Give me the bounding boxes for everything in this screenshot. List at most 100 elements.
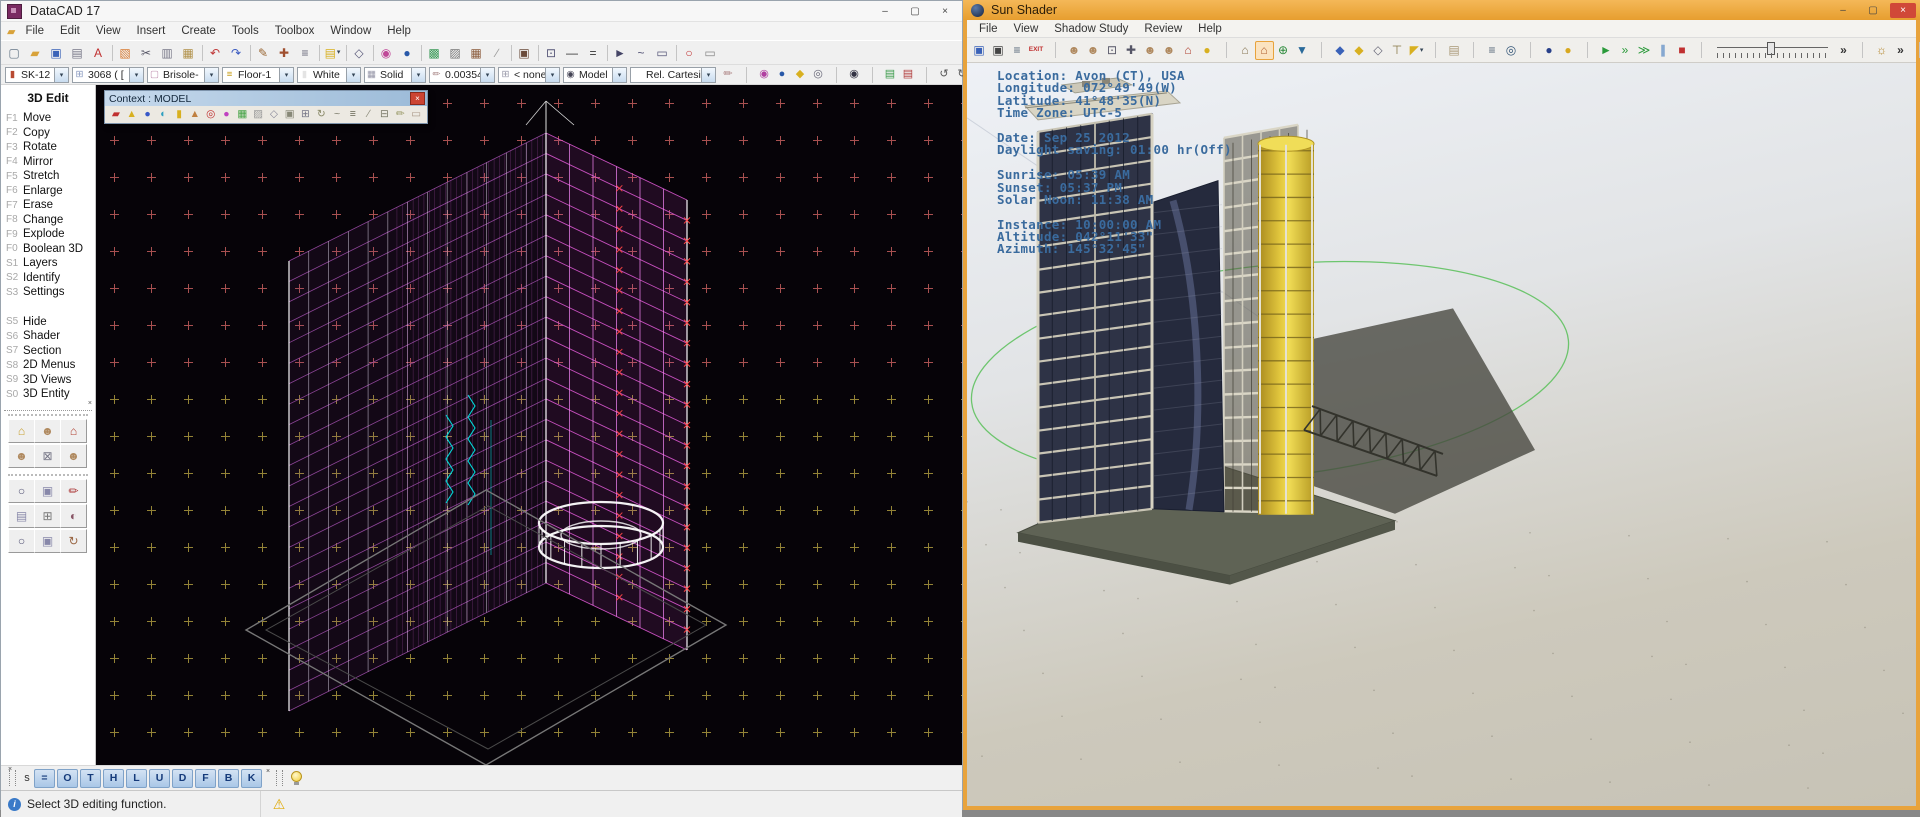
- new-file-icon[interactable]: ▢: [4, 43, 25, 63]
- menu-item[interactable]: File: [971, 23, 1006, 35]
- window-type-combo[interactable]: ⊞ 3068 ( [ ▾: [72, 67, 144, 83]
- sidebar-item[interactable]: S8 2D Menus: [1, 358, 95, 373]
- toolbar-close-icon[interactable]: ×: [8, 766, 12, 773]
- line-color-combo[interactable]: ▮ White ▾: [297, 67, 361, 83]
- menu-item[interactable]: Tools: [224, 25, 267, 37]
- menu-item[interactable]: File: [17, 25, 52, 37]
- bitmap-icon[interactable]: ▣: [514, 43, 535, 63]
- double-line-icon[interactable]: =: [583, 43, 604, 63]
- pause-icon[interactable]: ∥: [1654, 41, 1673, 60]
- compass-icon[interactable]: ◎: [1502, 41, 1521, 60]
- report-icon[interactable]: ≡: [1008, 41, 1027, 60]
- wand-icon[interactable]: ✏: [719, 66, 737, 83]
- line-type-combo[interactable]: ▦ Solid ▾: [364, 67, 426, 83]
- color-wheel-icon[interactable]: ◉: [376, 43, 397, 63]
- combo-dropdown-arrow[interactable]: ▾: [701, 68, 715, 82]
- attention-key[interactable]: L: [126, 769, 147, 788]
- menu-item[interactable]: Toolbox: [267, 25, 323, 37]
- menu-item[interactable]: Shadow Study: [1046, 23, 1136, 35]
- sphere-icon[interactable]: ●: [773, 66, 791, 83]
- menu-item[interactable]: Create: [173, 25, 224, 37]
- menu-item[interactable]: View: [1006, 23, 1047, 35]
- context-palette-titlebar[interactable]: Context : MODEL ×: [105, 91, 427, 106]
- copy-icon[interactable]: ▥: [157, 43, 178, 63]
- view-combo[interactable]: ◉ Model ▾: [563, 67, 627, 83]
- sphere-icon[interactable]: ●: [140, 107, 156, 122]
- menu-item[interactable]: Help: [1190, 23, 1230, 35]
- attention-key[interactable]: F: [195, 769, 216, 788]
- drag-handle[interactable]: [276, 770, 283, 786]
- view-left-icon[interactable]: ☻: [1141, 41, 1160, 60]
- minimize-button[interactable]: –: [872, 4, 898, 19]
- context-palette[interactable]: Context : MODEL × ▰ ▲ ●: [104, 90, 428, 124]
- extrude-icon[interactable]: ⊞: [298, 107, 314, 122]
- color-wheel-icon[interactable]: ◉: [755, 66, 773, 83]
- attention-key[interactable]: B: [218, 769, 239, 788]
- ellipsoid-icon[interactable]: ●: [219, 107, 235, 122]
- shade-sphere-icon[interactable]: ●: [397, 43, 418, 63]
- attention-key[interactable]: U: [149, 769, 170, 788]
- cube-icon[interactable]: ◆: [791, 66, 809, 83]
- coords-combo[interactable]: Rel. Cartesi ▾: [630, 67, 716, 83]
- zoom-extents-icon[interactable]: ⌂: [1236, 41, 1255, 60]
- menu-item[interactable]: Edit: [52, 25, 88, 37]
- cylinder-icon[interactable]: ▮: [171, 107, 187, 122]
- sidebar-item[interactable]: F3 Rotate: [1, 140, 95, 155]
- view-home-icon[interactable]: ⌂: [8, 419, 35, 443]
- line-icon[interactable]: —: [562, 43, 583, 63]
- save-icon[interactable]: ▣: [970, 41, 989, 60]
- sidebar-item[interactable]: F5 Stretch: [1, 169, 95, 184]
- render-viewport[interactable]: Location: Avon (CT), USALongitude: 072°4…: [967, 63, 1916, 806]
- solid-view-icon[interactable]: ◆: [1350, 41, 1369, 60]
- combo-dropdown-arrow[interactable]: ▾: [54, 68, 68, 82]
- play-icon[interactable]: ►: [1597, 41, 1616, 60]
- axis-icon[interactable]: ⊠: [34, 444, 61, 468]
- print-icon[interactable]: ▤: [67, 43, 88, 63]
- pattern-icon[interactable]: ▨: [445, 43, 466, 63]
- fast-forward-icon[interactable]: »: [1616, 41, 1635, 60]
- night-icon[interactable]: ●: [1540, 41, 1559, 60]
- pan-tool-icon[interactable]: ▣: [34, 479, 61, 503]
- close-icon[interactable]: ×: [410, 92, 425, 105]
- erase-icon[interactable]: ▧: [115, 43, 136, 63]
- zoom-window-icon[interactable]: ▼: [1293, 41, 1312, 60]
- view-back-icon[interactable]: ☻: [1084, 41, 1103, 60]
- menu-item[interactable]: View: [88, 25, 129, 37]
- sidebar-item[interactable]: S7 Section: [1, 344, 95, 359]
- cut-icon[interactable]: ✂: [136, 43, 157, 63]
- view-house-icon[interactable]: ⌂: [60, 419, 87, 443]
- maximize-button[interactable]: ▢: [902, 4, 928, 19]
- shaded-view-icon[interactable]: ◆: [1331, 41, 1350, 60]
- zoom-in-icon[interactable]: ⊕: [1274, 41, 1293, 60]
- brush-tool-icon[interactable]: ✏: [60, 479, 87, 503]
- undo-icon[interactable]: ↶: [205, 43, 226, 63]
- window-tool-icon[interactable]: ▣: [34, 529, 61, 553]
- palette-close-icon[interactable]: ×: [88, 400, 92, 407]
- sidebar-item[interactable]: S0 3D Entity: [1, 387, 95, 402]
- pencil-icon[interactable]: ✏: [392, 107, 408, 122]
- toolbar-close-icon[interactable]: ×: [266, 768, 270, 775]
- cursor-icon[interactable]: ►: [610, 43, 631, 63]
- hatch-icon[interactable]: ▦: [466, 43, 487, 63]
- sidebar-item[interactable]: F7 Erase: [1, 198, 95, 213]
- sidebar-item[interactable]: F0 Boolean 3D: [1, 242, 95, 257]
- report-list-icon[interactable]: ≡: [1483, 41, 1502, 60]
- eye-icon[interactable]: ◉: [845, 66, 863, 83]
- surface-icon[interactable]: ▨: [250, 107, 266, 122]
- shade-tool-icon[interactable]: ◐: [60, 504, 87, 528]
- delete-sheet-icon[interactable]: ▤: [899, 66, 917, 83]
- titlebar[interactable]: DataCAD 17 –▢×: [1, 1, 962, 22]
- sweep-icon[interactable]: ~: [329, 107, 345, 122]
- menu-item[interactable]: Window: [322, 25, 379, 37]
- select-region-icon[interactable]: ⊡: [1103, 41, 1122, 60]
- view-head-front-icon[interactable]: ☻: [34, 419, 61, 443]
- color-combo[interactable]: ▮ SK-12 ▾: [5, 67, 69, 83]
- attention-key[interactable]: K: [241, 769, 262, 788]
- combo-dropdown-arrow[interactable]: ▾: [129, 68, 143, 82]
- drawing-canvas[interactable]: Context : MODEL × ▰ ▲ ●: [96, 85, 962, 765]
- mesh-icon[interactable]: ▦: [234, 107, 250, 122]
- sidebar-item[interactable]: S3 Settings: [1, 285, 95, 300]
- dome-icon[interactable]: ◐: [155, 107, 171, 122]
- sidebar-item[interactable]: S1 Layers: [1, 256, 95, 271]
- combo-dropdown-arrow[interactable]: ▾: [545, 68, 559, 82]
